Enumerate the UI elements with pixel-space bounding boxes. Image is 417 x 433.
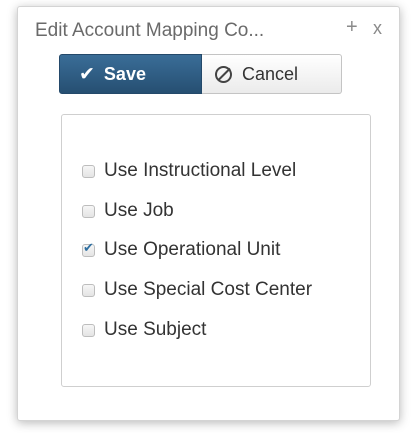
option-label: Use Subject <box>104 319 207 340</box>
option-label: Use Operational Unit <box>104 239 281 260</box>
cancel-icon <box>215 65 232 83</box>
option-use-operational-unit[interactable]: Use Operational Unit <box>82 237 280 263</box>
option-use-subject[interactable]: Use Subject <box>82 317 206 343</box>
option-use-instructional-level[interactable]: Use Instructional Level <box>82 158 296 184</box>
edit-account-mapping-dialog: Edit Account Mapping Co... + x ✔ Save Ca… <box>17 6 400 421</box>
checkbox-icon[interactable] <box>82 283 95 297</box>
dialog-titlebar: Edit Account Mapping Co... + x <box>18 7 399 47</box>
checkbox-icon[interactable] <box>82 164 95 178</box>
save-button[interactable]: ✔ Save <box>59 54 202 94</box>
checkbox-icon[interactable] <box>82 323 95 337</box>
dialog-title: Edit Account Mapping Co... <box>35 20 265 41</box>
cancel-button[interactable]: Cancel <box>202 54 342 94</box>
option-use-special-cost-center[interactable]: Use Special Cost Center <box>82 277 312 303</box>
option-label: Use Job <box>104 200 174 221</box>
checkbox-icon[interactable] <box>82 204 95 218</box>
cancel-button-label: Cancel <box>242 63 299 84</box>
close-icon[interactable]: x <box>373 18 382 38</box>
checkmark-icon: ✔ <box>79 63 95 85</box>
plus-icon[interactable]: + <box>346 17 358 37</box>
option-use-job[interactable]: Use Job <box>82 198 174 224</box>
option-label: Use Special Cost Center <box>104 279 313 300</box>
save-button-label: Save <box>103 63 146 84</box>
option-label: Use Instructional Level <box>104 160 297 181</box>
checkbox-checked-icon[interactable] <box>82 241 95 257</box>
options-panel: Use Instructional Level Use Job Use Oper… <box>61 114 371 387</box>
dialog-toolbar: ✔ Save Cancel <box>59 54 342 94</box>
